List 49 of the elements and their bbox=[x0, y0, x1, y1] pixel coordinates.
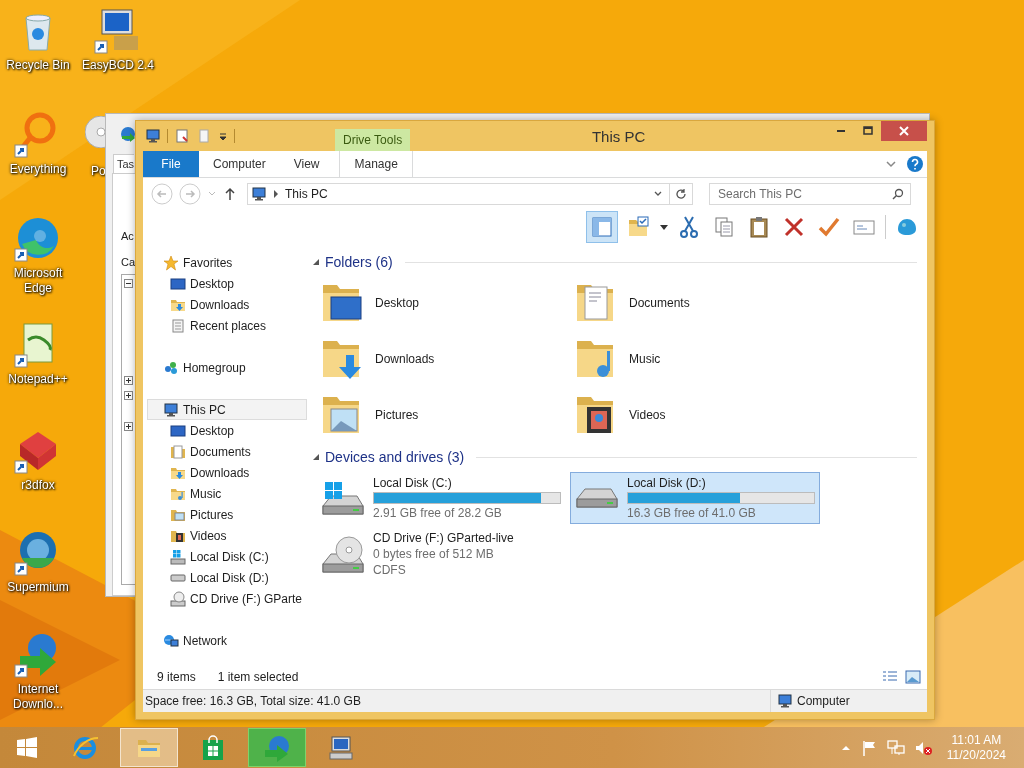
field-label: Ca bbox=[121, 255, 136, 270]
nav-item[interactable]: Documents bbox=[147, 441, 307, 462]
free-space-text: 2.91 GB free of 28.2 GB bbox=[373, 506, 503, 520]
nav-item[interactable]: Downloads bbox=[147, 294, 307, 315]
folder-item[interactable]: Documents bbox=[570, 275, 820, 331]
contextual-tab-label: Drive Tools bbox=[335, 129, 411, 151]
ribbon-tab[interactable]: View bbox=[279, 151, 334, 177]
folder-item[interactable]: Downloads bbox=[316, 331, 566, 387]
nav-item[interactable]: Desktop bbox=[147, 420, 307, 441]
tab[interactable]: Tas bbox=[113, 154, 135, 173]
drive-item[interactable]: Local Disk (C:) 2.91 GB free of 28.2 GB bbox=[316, 472, 566, 524]
free-space-text: 0 bytes free of 512 MB bbox=[373, 547, 495, 561]
nav-item[interactable]: Videos bbox=[147, 525, 307, 546]
field-label: Ac bbox=[121, 229, 134, 244]
nav-item[interactable]: Local Disk (D:) bbox=[147, 567, 307, 588]
address-path: This PC bbox=[285, 187, 329, 201]
nav-item[interactable]: Desktop bbox=[147, 273, 307, 294]
drive-name: CD Drive (F:) GParted-live bbox=[373, 531, 514, 545]
nav-item[interactable]: This PC bbox=[147, 399, 307, 420]
window-title: This PC bbox=[590, 126, 647, 147]
search-field[interactable]: Search This PC bbox=[709, 183, 911, 205]
file-system-text: CDFS bbox=[373, 563, 407, 577]
nav-item[interactable]: Recent places bbox=[147, 315, 307, 336]
nav-item[interactable]: Downloads bbox=[147, 462, 307, 483]
group-header[interactable]: Folders (6) bbox=[325, 254, 393, 270]
space-summary: Space free: 16.3 GB, Total size: 41.0 GB bbox=[145, 694, 361, 708]
location-label: Computer bbox=[797, 694, 850, 708]
item-count: 9 items bbox=[157, 670, 196, 684]
ribbon-tab[interactable]: Computer bbox=[199, 151, 280, 177]
nav-item[interactable]: Pictures bbox=[147, 504, 307, 525]
folder-item[interactable]: Videos bbox=[570, 387, 820, 443]
drive-name: Local Disk (C:) bbox=[373, 476, 453, 490]
nav-item[interactable]: Local Disk (C:) bbox=[147, 546, 307, 567]
group-header[interactable]: Devices and drives (3) bbox=[325, 449, 465, 465]
nav-item[interactable]: CD Drive (F:) GParte bbox=[147, 588, 307, 609]
drive-name: Local Disk (D:) bbox=[627, 476, 707, 490]
drive-item[interactable]: CD Drive (F:) GParted-live 0 bytes free of 512 MB CDFS bbox=[316, 528, 566, 580]
file-menu-button[interactable]: File bbox=[143, 151, 199, 177]
nav-item[interactable]: Homegroup bbox=[147, 357, 307, 378]
nav-item[interactable]: Favorites bbox=[147, 252, 307, 273]
folder-item[interactable]: Desktop bbox=[316, 275, 566, 331]
nav-item[interactable]: Music bbox=[147, 483, 307, 504]
folder-item[interactable]: Music bbox=[570, 331, 820, 387]
free-space-text: 16.3 GB free of 41.0 GB bbox=[627, 506, 757, 520]
address-bar[interactable]: This PC bbox=[247, 183, 693, 205]
folder-item[interactable]: Pictures bbox=[316, 387, 566, 443]
drive-item[interactable]: Local Disk (D:) 16.3 GB free of 41.0 GB bbox=[570, 472, 820, 524]
nav-item[interactable]: Network bbox=[147, 630, 307, 651]
selection-count: 1 item selected bbox=[217, 670, 299, 684]
